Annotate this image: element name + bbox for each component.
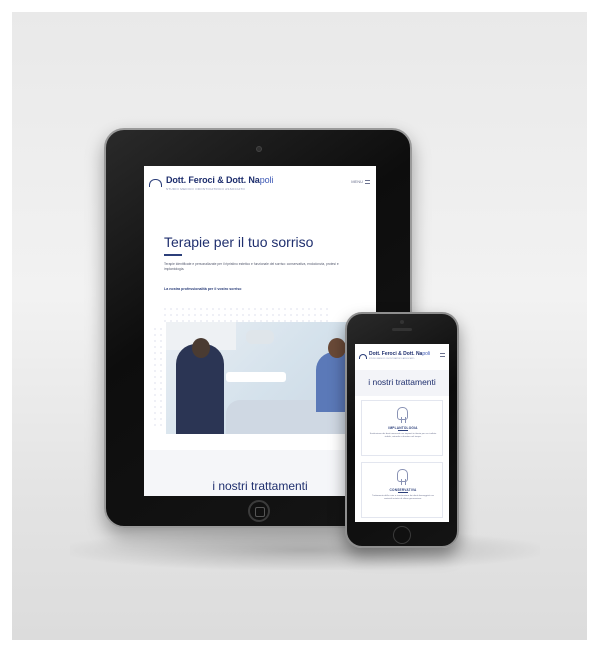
hamburger-icon — [365, 179, 370, 184]
logo-icon[interactable] — [359, 354, 367, 359]
site-header: Dott. Feroci & Dott. Napoli STUDIO MEDIC… — [144, 166, 376, 196]
logo-name[interactable]: Dott. Feroci & Dott. Napoli — [369, 351, 430, 357]
home-button-icon — [248, 500, 270, 522]
floor-shadow — [70, 530, 540, 570]
hero-body: Terapie identificate e personalizzate pe… — [164, 262, 339, 272]
logo-tagline: STUDIO MEDICO ODONTOIATRICO ASSOCIATO — [166, 187, 246, 191]
hamburger-icon[interactable] — [440, 353, 445, 357]
hero-divider — [164, 254, 182, 256]
phone-screen: Dott. Feroci & Dott. Napoli STUDIO MEDIC… — [355, 344, 449, 522]
logo-tagline: STUDIO MEDICO ODONTOIATRICO ASSOCIATO — [369, 358, 415, 360]
dot-pattern-side — [152, 326, 164, 426]
hero-highlight: La nostra professionalità per il vostro … — [164, 287, 242, 291]
hero-title: Terapie per il tuo sorriso — [164, 234, 314, 250]
dental-lamp — [246, 330, 274, 344]
treatment-card[interactable]: CONSERVATIVA Trattamento delle carie e r… — [361, 462, 443, 518]
treatment-card[interactable]: IMPLANTOLOGIA Sostituzione dei denti man… — [361, 400, 443, 456]
phone-camera — [400, 320, 404, 324]
treatments-title: i nostri trattamenti — [212, 479, 308, 493]
tablet-screen: Dott. Feroci & Dott. Napoli STUDIO MEDIC… — [144, 166, 376, 496]
logo-icon[interactable] — [149, 179, 162, 187]
tablet-camera — [256, 146, 262, 152]
menu-label: MENU — [351, 179, 363, 184]
treatment-card-text: Trattamento delle carie e ricostruzione … — [371, 495, 435, 501]
phone-speaker — [392, 328, 412, 331]
treatment-card-text: Sostituzione dei denti mancanti con impi… — [369, 433, 437, 439]
treatments-title: i nostri trattamenti — [368, 377, 436, 387]
tooth-icon — [397, 407, 408, 423]
tooth-icon — [397, 469, 408, 485]
logo-name[interactable]: Dott. Feroci & Dott. Napoli — [166, 175, 273, 185]
menu-button[interactable]: MENU — [351, 179, 370, 184]
home-button-icon — [393, 526, 411, 544]
dot-pattern — [162, 306, 332, 322]
phone-device: Dott. Feroci & Dott. Napoli STUDIO MEDIC… — [345, 312, 459, 548]
